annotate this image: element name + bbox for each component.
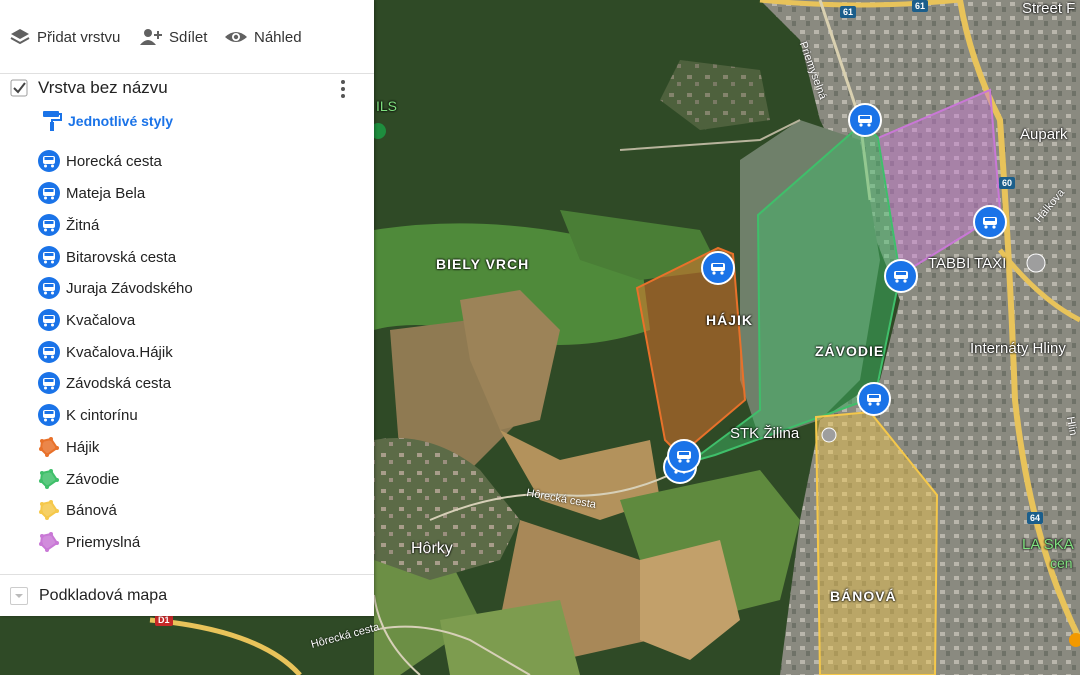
bus-icon [38, 150, 60, 172]
layer-title[interactable]: Vrstva bez názvu [38, 78, 168, 98]
polygon-icon [38, 499, 60, 521]
layer-item-label: Horecká cesta [66, 152, 162, 170]
layer-item-label: Kvačalova.Hájik [66, 343, 173, 361]
preview-button[interactable]: Náhled [224, 24, 302, 50]
layer-item[interactable]: Kvačalova [38, 307, 135, 333]
layer-item[interactable]: Kvačalova.Hájik [38, 339, 173, 365]
individual-styles-link[interactable]: Jednotlivé styly [42, 110, 173, 132]
layer-item-label: Bitarovská cesta [66, 248, 177, 266]
layer-item-label: Žitná [66, 216, 100, 234]
road-shield-60: 60 [999, 177, 1016, 189]
road-shield-61: 61 [840, 6, 857, 18]
layer-item-label: K cintorínu [66, 406, 138, 424]
layer-item-label: Kvačalova [66, 311, 136, 329]
place-label-tabbi: TABBI TAXI [928, 255, 1007, 272]
layer-item-label: Bánová [66, 501, 117, 519]
layer-item-label: Juraja Závodského [66, 279, 193, 297]
place-label-hajik: HÁJIK [706, 312, 754, 328]
layer-item[interactable]: Žitná [38, 212, 99, 238]
bus-icon [38, 372, 60, 394]
bus-stop-marker[interactable] [667, 439, 701, 473]
place-label-aupark: Aupark [1020, 126, 1068, 143]
bus-icon [38, 182, 60, 204]
bus-stop-marker[interactable] [701, 251, 735, 285]
individual-styles-label: Jednotlivé styly [68, 113, 174, 129]
road-shield-64: 64 [1027, 512, 1044, 524]
place-label-street: Street F [1022, 0, 1076, 17]
share-label: Sdílet [169, 28, 208, 46]
layer-item-label: Priemyslná [66, 533, 141, 551]
polygon-icon [38, 436, 60, 458]
eye-icon [225, 32, 247, 42]
layer-item-label: Mateja Bela [66, 184, 146, 202]
share-button[interactable]: Sdílet [139, 24, 207, 50]
base-map-row[interactable]: Podkladová mapa [0, 574, 374, 617]
base-map-label: Podkladová mapa [39, 587, 168, 604]
bus-stop-marker[interactable] [857, 382, 891, 416]
place-label-biely-vrch: BIELY VRCH [436, 256, 530, 272]
place-label-la-ska: LA SKA [1022, 536, 1074, 553]
bus-icon [38, 404, 60, 426]
add-person-icon [140, 29, 162, 45]
place-label-ils: ILS [376, 98, 398, 114]
layer-item-label: Závodská cesta [66, 374, 172, 392]
layers-panel: Přidat vrstvu Sdílet Náhled Vrstva bez n… [0, 0, 374, 616]
place-label-internaty: Internáty Hliny [970, 340, 1066, 357]
layer-item[interactable]: Mateja Bela [38, 180, 145, 206]
bus-icon [38, 246, 60, 268]
place-label-stk: STK Žilina [730, 425, 800, 442]
layer-item[interactable]: K cintorínu [38, 402, 138, 428]
place-label-banova: BÁNOVÁ [830, 588, 897, 604]
bus-icon [38, 309, 60, 331]
place-label-zavodie: ZÁVODIE [815, 343, 885, 359]
polygon-icon [38, 468, 60, 490]
paint-roller-icon [43, 111, 62, 131]
layer-item-label: Závodie [66, 470, 120, 488]
bus-stop-marker[interactable] [884, 259, 918, 293]
layer-item[interactable]: Hájik [38, 434, 99, 460]
layers-icon [10, 29, 30, 45]
place-label-horky: Hôrky [411, 540, 453, 557]
layer-item[interactable]: Závodská cesta [38, 370, 171, 396]
layer-visibility-checkbox[interactable] [10, 79, 28, 97]
preview-label: Náhled [254, 28, 302, 46]
layer-item[interactable]: Závodie [38, 466, 119, 492]
bus-stop-marker[interactable] [848, 103, 882, 137]
layer-item-label: Hájik [66, 438, 100, 456]
layer-item[interactable]: Juraja Závodského [38, 275, 193, 301]
panel-toolbar: Přidat vrstvu Sdílet Náhled [0, 0, 374, 74]
polygon-icon [38, 531, 60, 553]
bus-icon [38, 214, 60, 236]
bus-stop-marker[interactable] [973, 205, 1007, 239]
layer-item[interactable]: Bánová [38, 497, 117, 523]
road-shield-61b: 61 [912, 0, 929, 12]
layer-item[interactable]: Horecká cesta [38, 148, 162, 174]
bus-icon [38, 341, 60, 363]
add-layer-label: Přidat vrstvu [37, 28, 121, 46]
layer-item[interactable]: Bitarovská cesta [38, 244, 176, 270]
bus-icon [38, 277, 60, 299]
base-map-toggle[interactable] [10, 587, 28, 605]
chevron-down-icon [15, 594, 23, 598]
more-options-icon[interactable] [334, 77, 352, 101]
add-layer-button[interactable]: Přidat vrstvu [9, 24, 120, 50]
layer-item[interactable]: Priemyslná [38, 529, 140, 555]
place-label-cen: cen [1050, 555, 1073, 571]
